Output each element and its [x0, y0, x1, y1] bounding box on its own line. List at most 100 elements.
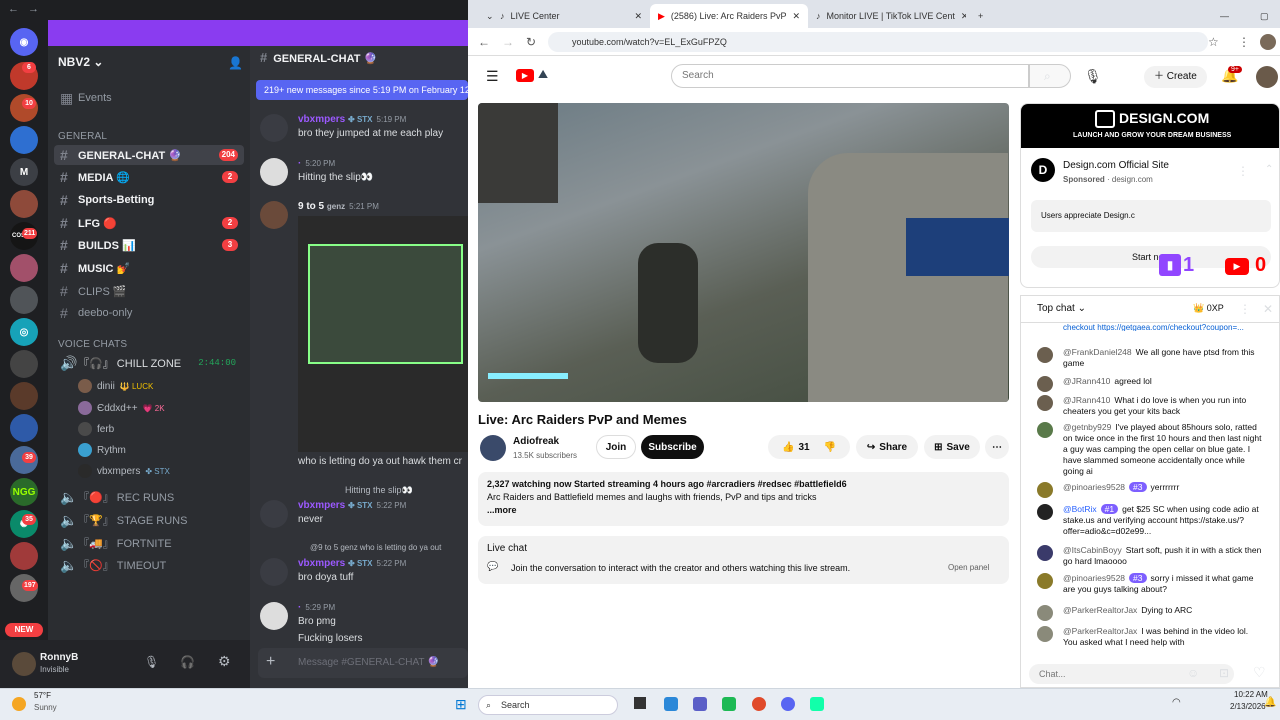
thumbs-down-icon[interactable]: 👎 [824, 442, 836, 453]
channel-name[interactable]: Adiofreak [513, 436, 559, 447]
chat-username[interactable]: @ParkerRealtorJax [1063, 626, 1137, 636]
copilot-icon[interactable] [664, 697, 678, 711]
discord-home-icon[interactable]: ◉ [10, 28, 38, 56]
chat-username[interactable]: @JRann410 [1063, 376, 1110, 386]
search-input[interactable]: Search [671, 64, 1029, 88]
plus-icon[interactable]: + [266, 653, 275, 671]
voice-user[interactable]: dinii 🔱 LUCK [78, 379, 153, 393]
avatar[interactable] [260, 602, 288, 630]
save-button[interactable]: ⊞ Save [924, 435, 980, 459]
tab-youtube[interactable]: ▶ (2586) Live: Arc Raiders PvP ✕ [650, 4, 808, 28]
voice-user[interactable]: vbxmpers ✤ STX [78, 464, 170, 478]
new-messages-bar[interactable]: 219+ new messages since 5:19 PM on Febru… [256, 80, 468, 100]
avatar[interactable] [1037, 626, 1053, 642]
chat-username[interactable]: @JRann410 [1063, 395, 1110, 405]
avatar[interactable] [260, 158, 288, 186]
teams-icon[interactable] [693, 697, 707, 711]
channel-clips[interactable]: # CLIPS 🎬 [54, 281, 244, 301]
menu-icon[interactable]: ⋮ [1238, 35, 1250, 49]
clock-time[interactable]: 10:22 AM [1234, 690, 1268, 699]
sun-icon[interactable] [12, 697, 26, 711]
close-icon[interactable]: ✕ [634, 11, 642, 22]
doodle-icon[interactable]: ⛰ [538, 67, 548, 82]
collapse-icon[interactable]: ⌃ [1265, 164, 1273, 175]
address-bar[interactable]: youtube.com/watch?v=EL_ExGuFPZQ [548, 32, 1208, 52]
message-author[interactable]: vbxmpers [298, 500, 345, 511]
thumbs-up-icon[interactable]: 👍 [782, 442, 794, 453]
message-input[interactable]: + Message #GENERAL-CHAT 🔮 [258, 648, 468, 678]
category-general[interactable]: GENERAL [58, 131, 107, 142]
description-box[interactable]: 2,327 watching now Started streaming 4 h… [478, 472, 1009, 526]
subscribe-button[interactable]: Subscribe [641, 435, 704, 459]
heart-icon[interactable]: ♡ [1253, 664, 1266, 681]
points-display[interactable]: 👑 0XP [1193, 303, 1224, 314]
create-button[interactable]: ＋ Create [1144, 66, 1207, 88]
top-chat-dropdown[interactable]: Top chat ⌄ [1037, 303, 1086, 314]
server-icon[interactable] [10, 126, 38, 154]
events-item[interactable]: ▦ Events [54, 88, 244, 108]
channel-general-chat[interactable]: # GENERAL-CHAT 🔮 204 [54, 145, 244, 165]
category-voice[interactable]: VOICE CHATS [58, 339, 127, 350]
server-icon[interactable]: M [10, 158, 38, 186]
task-view-icon[interactable] [634, 697, 646, 709]
server-icon[interactable] [10, 414, 38, 442]
clock-date[interactable]: 2/13/2026 [1230, 702, 1266, 711]
youtube-logo-icon[interactable]: ▶ [516, 69, 534, 82]
voice-channel-chill-zone[interactable]: 🔊 『🎧』 CHILL ZONE 2:44:00 [54, 353, 244, 373]
server-icon[interactable]: ◎ [10, 318, 38, 346]
voice-channel-stage-runs[interactable]: 🔈 『🏆』 STAGE RUNS [54, 510, 244, 530]
add-member-icon[interactable]: 👤 [228, 56, 243, 70]
chat-username[interactable]: @BotRix [1063, 504, 1097, 514]
channel-builds[interactable]: # BUILDS 📊 3 [54, 235, 244, 255]
server-icon[interactable] [10, 542, 38, 570]
hamburger-icon[interactable]: ☰ [486, 68, 499, 85]
more-vert-icon[interactable]: ⋮ [1237, 164, 1249, 178]
avatar[interactable] [1037, 504, 1053, 520]
tab-live-center[interactable]: ♪ LIVE Center ✕ [492, 4, 650, 28]
chat-input[interactable]: Chat... [1029, 664, 1234, 684]
ad-banner[interactable]: DESIGN.COM LAUNCH AND GROW YOUR DREAM BU… [1021, 104, 1279, 148]
voice-channel-timeout[interactable]: 🔈 『🚫』 TIMEOUT [54, 555, 244, 575]
channel-deebo-only[interactable]: # deebo-only [54, 303, 244, 323]
bookmark-star-icon[interactable]: ☆ [1208, 35, 1219, 49]
restore-icon[interactable]: ▢ [1252, 4, 1277, 28]
app-icon[interactable] [810, 697, 824, 711]
voice-user[interactable]: Єddxd++ 💗 2K [78, 401, 165, 415]
reply-preview[interactable]: Hitting the slip👀 [345, 485, 413, 496]
back-icon[interactable]: ← [478, 35, 490, 49]
avatar[interactable] [1037, 422, 1053, 438]
chat-username[interactable]: @FrankDaniel248 [1063, 347, 1132, 357]
chrome-icon[interactable] [752, 697, 766, 711]
channel-media[interactable]: # MEDIA 🌐 2 [54, 167, 244, 187]
reload-icon[interactable]: ↻ [526, 35, 536, 49]
tab-tiktok-monitor[interactable]: ♪ Monitor LIVE | TikTok LIVE Cent ✕ [808, 4, 966, 28]
server-icon[interactable] [10, 350, 38, 378]
channel-lfg[interactable]: # LFG 🔴 2 [54, 213, 244, 233]
message-author[interactable]: vbxmpers [298, 558, 345, 569]
advertiser-logo[interactable]: D [1031, 158, 1055, 182]
voice-user[interactable]: ferb [78, 422, 114, 436]
reply-preview[interactable]: @9 to 5 genz who is letting do ya out [310, 543, 468, 552]
forward-icon[interactable]: → [28, 3, 39, 15]
avatar[interactable] [1037, 573, 1053, 589]
new-tab-button[interactable]: + [970, 4, 991, 28]
windows-start-icon[interactable]: ⊞ [455, 696, 467, 713]
chat-username[interactable]: @getnby929 [1063, 422, 1111, 432]
voice-channel-rec-runs[interactable]: 🔈 『🔴』 REC RUNS [54, 487, 244, 507]
super-chat-icon[interactable]: ⊡ [1219, 666, 1229, 680]
more-icon[interactable]: ⋯ [985, 435, 1009, 459]
app-icon[interactable] [722, 697, 736, 711]
close-icon[interactable]: ✕ [1263, 302, 1273, 316]
microphone-icon[interactable]: 🎙 [144, 655, 159, 669]
channel-sports-betting[interactable]: # Sports-Betting [54, 190, 244, 210]
avatar[interactable] [1037, 376, 1053, 392]
message-author[interactable]: · [298, 158, 301, 169]
chat-username[interactable]: @ItsCabinBoyy [1063, 545, 1122, 555]
chat-username[interactable]: @ParkerRealtorJax [1063, 605, 1137, 615]
close-icon[interactable]: ✕ [961, 11, 966, 22]
voice-user[interactable]: Rythm [78, 443, 126, 457]
message-author[interactable]: · [298, 602, 301, 613]
profile-avatar[interactable] [1260, 34, 1276, 50]
headphones-icon[interactable]: 🎧 [180, 655, 195, 669]
join-button[interactable]: Join [596, 435, 636, 459]
